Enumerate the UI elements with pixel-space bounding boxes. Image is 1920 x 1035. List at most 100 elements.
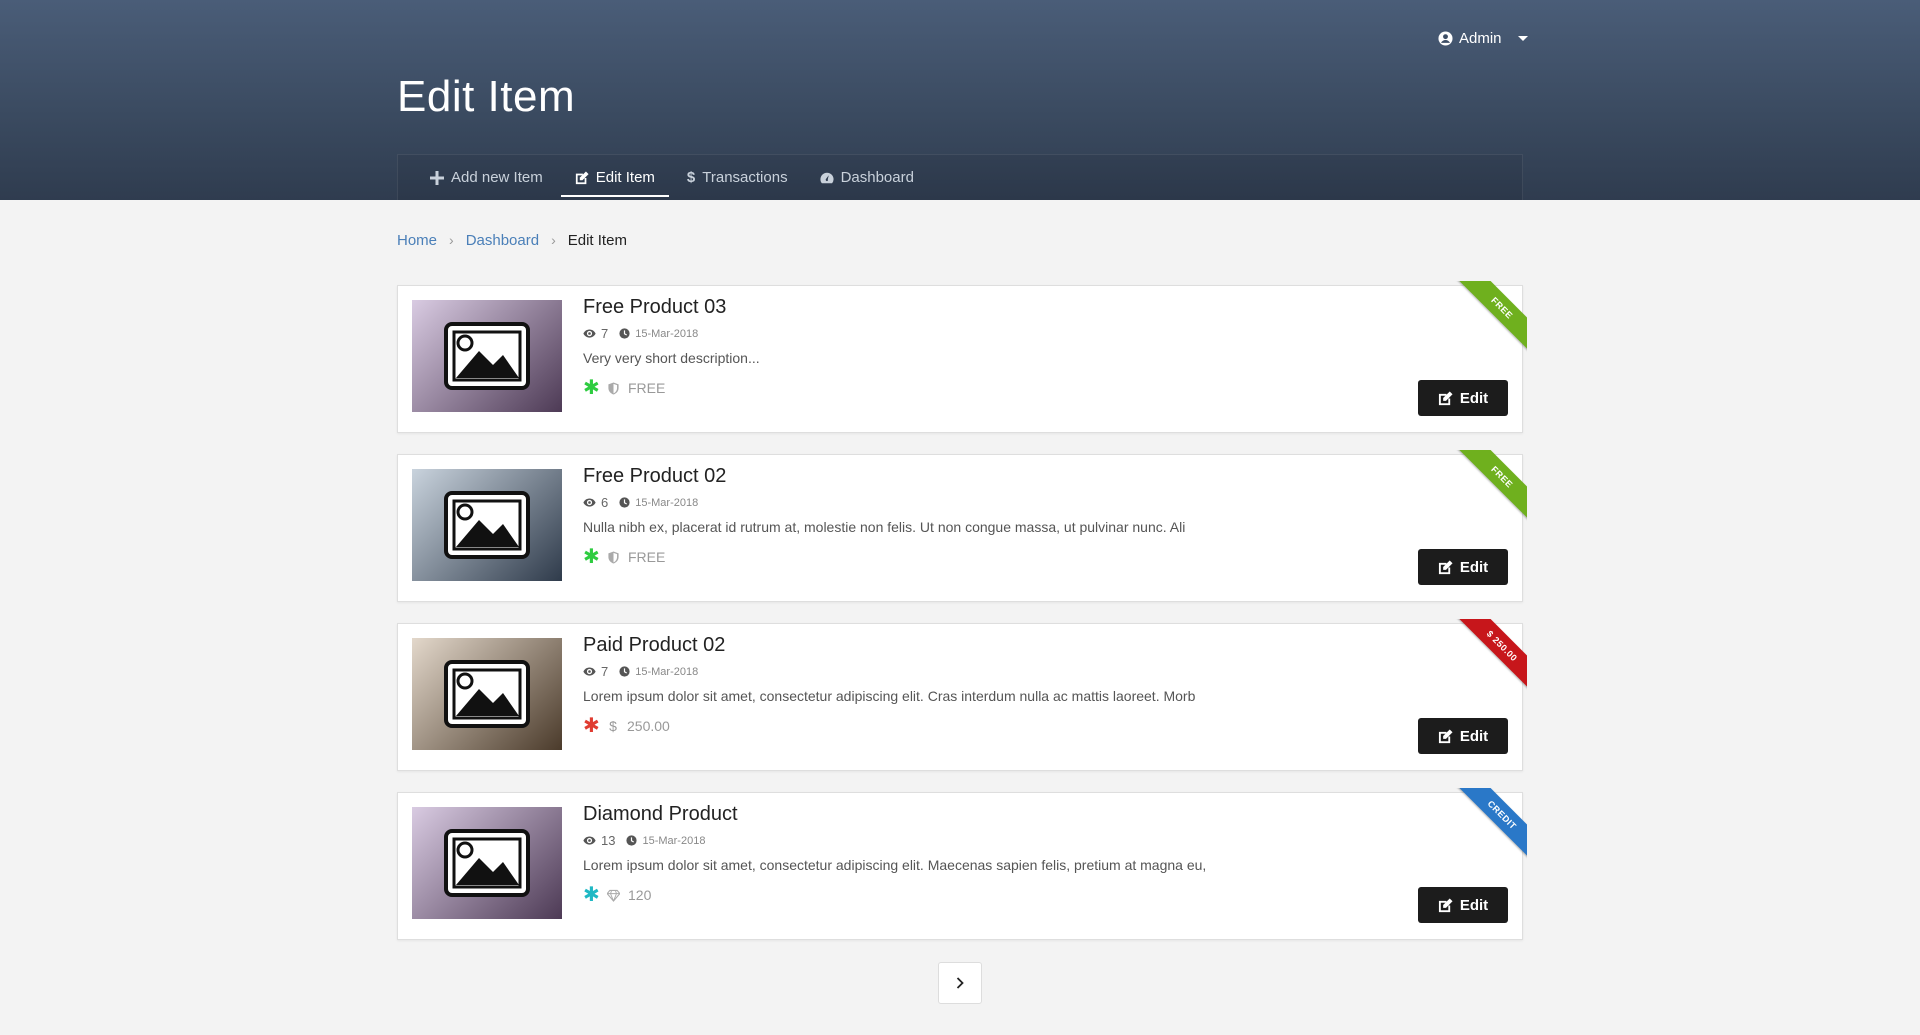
price-ribbon: FREE [1453, 450, 1527, 524]
plus-icon [430, 170, 444, 185]
user-circle-icon [1438, 30, 1453, 46]
edit-button[interactable]: Edit [1418, 380, 1508, 416]
item-meta: 6 15-Mar-2018 [583, 495, 698, 510]
item-date: 15-Mar-2018 [635, 327, 699, 340]
caret-down-icon [1517, 35, 1528, 41]
tab-edit-item[interactable]: Edit Item [559, 155, 671, 200]
ribbon-label: FREE [1455, 450, 1527, 524]
view-count: 6 [601, 495, 609, 510]
clock-icon [619, 497, 630, 508]
item-thumbnail[interactable] [412, 469, 562, 581]
item-thumbnail[interactable] [412, 638, 562, 750]
dollar-icon: $ [609, 718, 617, 734]
edit-icon [1438, 728, 1453, 743]
image-placeholder-icon [444, 322, 530, 390]
price-ribbon: $ 250.00 [1453, 619, 1527, 693]
item-meta: 7 15-Mar-2018 [583, 326, 698, 341]
pagination-next-button[interactable] [938, 962, 982, 1004]
clock-icon [626, 835, 638, 846]
item-card: Paid Product 02 7 15-Mar-2018 Lorem ipsum d… [397, 619, 1527, 771]
breadcrumb: Home › Dashboard › Edit Item [397, 230, 627, 250]
tab-label: Transactions [702, 169, 788, 186]
item-card: Free Product 03 7 15-Mar-2018 Very very sho… [397, 281, 1527, 433]
item-date: 15-Mar-2018 [642, 834, 706, 847]
breadcrumb-dashboard[interactable]: Dashboard [466, 232, 539, 249]
eye-icon [583, 329, 596, 338]
edit-button[interactable]: Edit [1418, 549, 1508, 585]
view-count: 7 [601, 326, 609, 341]
eye-icon [583, 667, 596, 676]
price-ribbon: CREDIT [1453, 788, 1527, 862]
edit-icon [575, 170, 589, 184]
edit-label: Edit [1459, 558, 1489, 576]
chevron-right-icon: › [551, 232, 556, 248]
asterisk-icon: ✱ [583, 884, 600, 906]
image-placeholder-icon [444, 829, 530, 897]
item-meta: 7 15-Mar-2018 [583, 664, 698, 679]
price-value: 120 [628, 887, 652, 903]
edit-label: Edit [1459, 896, 1489, 914]
view-count: 7 [601, 664, 609, 679]
view-count: 13 [601, 833, 616, 848]
item-price: ✱ FREE [583, 377, 666, 399]
shield-icon [608, 381, 619, 395]
price-value: FREE [628, 549, 666, 565]
ribbon-label: CREDIT [1455, 788, 1527, 862]
tab-dashboard[interactable]: Dashboard [804, 155, 930, 200]
asterisk-icon: ✱ [583, 715, 600, 737]
chevron-right-icon: › [449, 232, 454, 248]
ribbon-label: FREE [1455, 281, 1527, 355]
item-title[interactable]: Paid Product 02 [583, 634, 725, 657]
user-menu[interactable]: Admin [1438, 26, 1528, 50]
dashboard-icon [820, 172, 834, 183]
item-price: ✱ FREE [583, 546, 666, 568]
price-value: 250.00 [627, 718, 670, 734]
tab-transactions[interactable]: $ Transactions [671, 155, 804, 200]
asterisk-icon: ✱ [583, 546, 600, 568]
chevron-right-icon [956, 977, 964, 989]
breadcrumb-current: Edit Item [567, 231, 627, 249]
edit-label: Edit [1459, 727, 1489, 745]
item-meta: 13 15-Mar-2018 [583, 833, 705, 848]
asterisk-icon: ✱ [583, 377, 600, 399]
image-placeholder-icon [444, 660, 530, 728]
price-value: FREE [628, 380, 666, 396]
shield-icon [608, 550, 619, 564]
image-placeholder-icon [444, 491, 530, 559]
dollar-icon: $ [686, 169, 696, 186]
edit-button[interactable]: Edit [1418, 718, 1508, 754]
item-title[interactable]: Diamond Product [583, 803, 738, 826]
ribbon-label: $ 250.00 [1455, 619, 1527, 693]
item-title[interactable]: Free Product 03 [583, 296, 726, 319]
item-date: 15-Mar-2018 [635, 665, 699, 678]
item-price: ✱ 120 [583, 884, 652, 906]
breadcrumb-home[interactable]: Home [397, 232, 437, 249]
eye-icon [583, 498, 596, 507]
item-description: Lorem ipsum dolor sit amet, consectetur … [583, 688, 1196, 704]
tab-label: Add new Item [451, 169, 543, 186]
item-description: Very very short description... [583, 350, 760, 366]
item-thumbnail[interactable] [412, 807, 562, 919]
item-description: Lorem ipsum dolor sit amet, consectetur … [583, 857, 1207, 873]
clock-icon [619, 666, 630, 677]
item-thumbnail[interactable] [412, 300, 562, 412]
diamond-icon [607, 889, 620, 902]
eye-icon [583, 836, 596, 845]
edit-icon [1438, 559, 1453, 574]
item-card: Diamond Product 13 15-Mar-2018 Lorem ipsum … [397, 788, 1527, 940]
tab-label: Dashboard [840, 169, 914, 186]
price-ribbon: FREE [1453, 281, 1527, 355]
page-title: Edit Item [397, 72, 576, 121]
item-card: Free Product 02 6 15-Mar-2018 Nulla nibh ex… [397, 450, 1527, 602]
edit-button[interactable]: Edit [1418, 887, 1508, 923]
edit-icon [1438, 390, 1453, 405]
tab-add-new-item[interactable]: Add new Item [414, 155, 559, 200]
tab-label: Edit Item [595, 169, 655, 186]
edit-label: Edit [1459, 389, 1489, 407]
sub-navigation: Add new Item Edit Item $ Transactions Da… [397, 154, 1523, 200]
item-title[interactable]: Free Product 02 [583, 465, 726, 488]
item-date: 15-Mar-2018 [635, 496, 699, 509]
clock-icon [619, 328, 630, 339]
user-name: Admin [1459, 29, 1502, 47]
item-description: Nulla nibh ex, placerat id rutrum at, mo… [583, 519, 1186, 535]
